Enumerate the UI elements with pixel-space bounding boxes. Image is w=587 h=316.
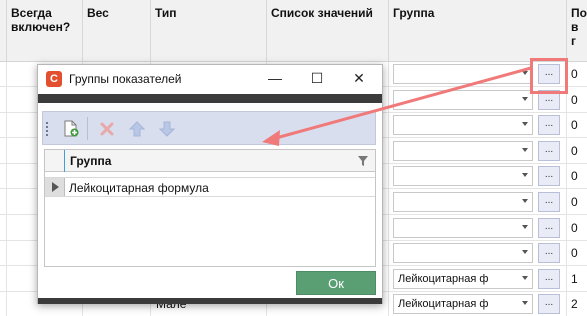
annotation-arrow xyxy=(262,66,532,146)
